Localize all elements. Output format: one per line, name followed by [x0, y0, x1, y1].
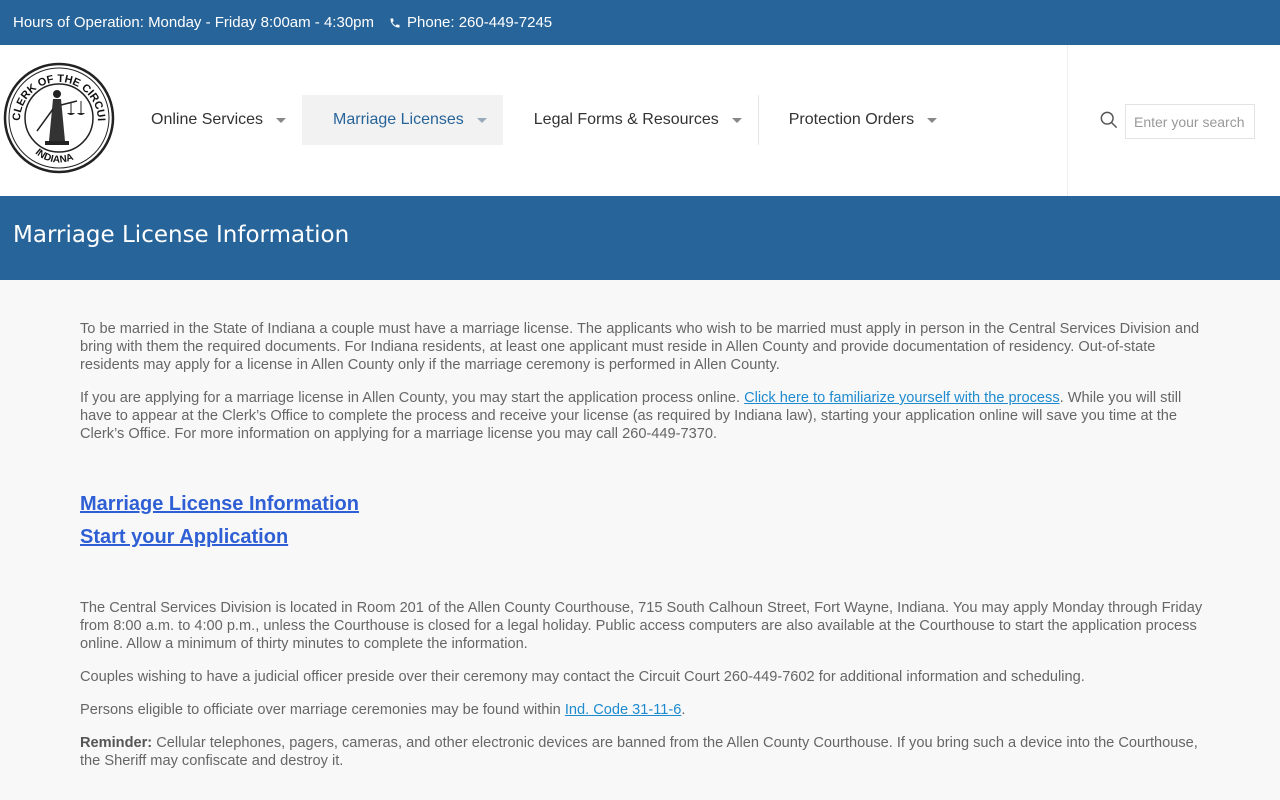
hours-text: Hours of Operation: Monday - Friday 8:00…: [13, 14, 374, 31]
caret-down-icon: [476, 117, 487, 123]
nav-protection-orders-label: Protection Orders: [788, 111, 915, 128]
site-header: CLERK OF THE CIRCUIT COURT INDIANA Onlin…: [0, 45, 1280, 196]
main-nav: Online Services Marriage Licenses Legal …: [120, 95, 953, 145]
text-span: Persons eligible to officiate over marri…: [80, 702, 565, 718]
page-title: Marriage License Information: [13, 222, 350, 248]
main-content: To be married in the State of Indiana a …: [80, 320, 1205, 785]
reminder-label: Reminder:: [80, 735, 153, 751]
nav-legal-forms[interactable]: Legal Forms & Resources: [503, 95, 758, 145]
nav-marriage-licenses-label: Marriage Licenses: [333, 111, 464, 128]
marriage-license-information-link[interactable]: Marriage License Information: [80, 488, 1205, 521]
location-paragraph: The Central Services Division is located…: [80, 600, 1203, 652]
page-title-banner: Marriage License Information: [0, 196, 1280, 280]
online-application-paragraph: If you are applying for a marriage licen…: [80, 389, 1205, 443]
search-area: [1067, 45, 1280, 196]
intro-paragraph: To be married in the State of Indiana a …: [80, 321, 1200, 373]
caret-down-icon: [927, 117, 938, 123]
court-seal-logo[interactable]: CLERK OF THE CIRCUIT COURT INDIANA: [3, 61, 115, 176]
nav-online-services[interactable]: Online Services: [120, 95, 302, 145]
nav-online-services-label: Online Services: [151, 111, 264, 128]
phone-text: Phone: 260-449-7245: [407, 14, 553, 31]
search-icon[interactable]: [1100, 111, 1118, 129]
phone-info: Phone: 260-449-7245: [389, 14, 552, 31]
caret-down-icon: [276, 117, 287, 123]
ind-code-link[interactable]: Ind. Code 31-11-6: [565, 702, 682, 718]
reminder-paragraph: Reminder: Cellular telephones, pagers, c…: [80, 734, 1205, 770]
phone-icon: [390, 18, 400, 27]
nav-legal-forms-label: Legal Forms & Resources: [533, 111, 719, 128]
top-info-bar: Hours of Operation: Monday - Friday 8:00…: [0, 0, 1280, 45]
caret-down-icon: [731, 117, 742, 123]
text-span: .: [681, 702, 686, 718]
nav-protection-orders[interactable]: Protection Orders: [757, 95, 953, 145]
search-input[interactable]: [1125, 104, 1255, 139]
marriage-links: Marriage License Information Start your …: [80, 488, 1205, 554]
start-application-link[interactable]: Start your Application: [80, 521, 1205, 554]
nav-marriage-licenses[interactable]: Marriage Licenses: [302, 95, 503, 145]
text-span: If you are applying for a marriage licen…: [80, 390, 745, 406]
reminder-text: Cellular telephones, pagers, cameras, an…: [80, 735, 1198, 769]
familiarize-process-link[interactable]: Click here to familiarize yourself with …: [744, 390, 1060, 406]
officiate-paragraph: Persons eligible to officiate over marri…: [80, 701, 1205, 719]
judicial-officer-paragraph: Couples wishing to have a judicial offic…: [80, 669, 1085, 685]
